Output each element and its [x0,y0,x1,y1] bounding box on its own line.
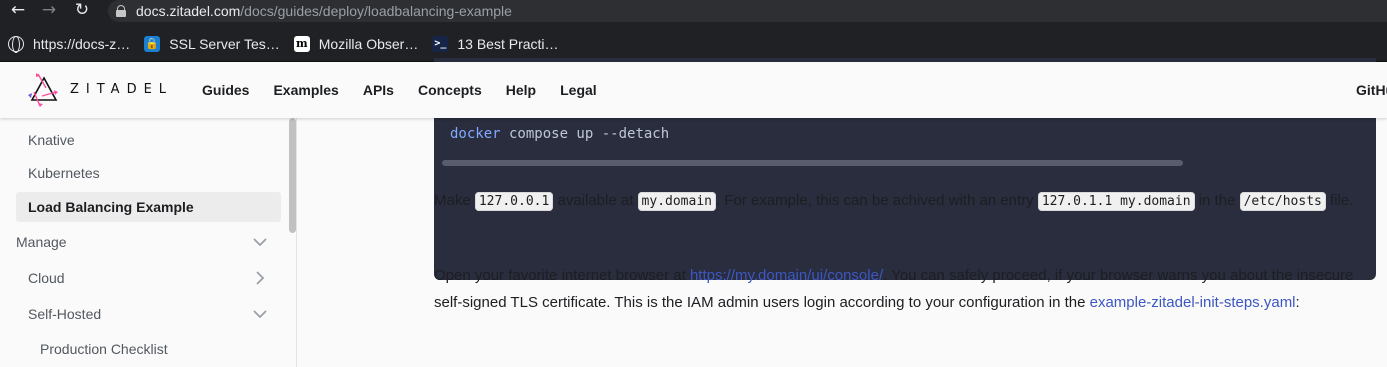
sidebar-item-load-balancing[interactable]: Load Balancing Example [16,192,281,222]
logo-text: ZITADEL [70,82,174,97]
bookmarks-bar: https://docs-z… 🔒 SSL Server Tes… m Mozi… [0,26,1387,62]
address-bar[interactable]: docs.zitadel.com/docs/guides/deploy/load… [108,0,1387,22]
docs-sidebar: Knative Kubernetes Load Balancing Exampl… [0,118,297,367]
code-args: compose up --detach [500,126,670,142]
nav-guides[interactable]: Guides [202,82,249,98]
ssl-labs-icon: 🔒 [144,35,161,52]
paragraph-hosts: Make 127.0.0.1 available at my.domain. F… [434,192,1354,211]
sidebar-item-label: Manage [16,234,67,250]
sidebar-item-label: Knative [28,132,75,148]
sidebar-item-knative[interactable]: Knative [16,125,281,155]
code-scrollbar[interactable] [442,160,1183,166]
code-command: docker [450,126,501,142]
terminal-icon: >_ [432,35,449,52]
sidebar-item-label: Production Checklist [40,341,168,357]
url-host: docs.zitadel.com [136,3,241,19]
bookmark-label: https://docs-z… [33,35,131,52]
main-content: docker compose up --detach Make 127.0.0.… [297,58,1387,367]
bookmark-item[interactable]: 🔒 SSL Server Tes… [144,35,280,52]
bookmark-item[interactable]: m Mozilla Obser… [293,35,419,52]
nav-apis[interactable]: APIs [363,82,394,98]
site-header: ZITADEL Guides Examples APIs Concepts He… [0,62,1387,118]
sidebar-item-production-checklist[interactable]: Production Checklist [16,334,281,364]
nav-concepts[interactable]: Concepts [418,82,482,98]
console-link[interactable]: https://my.domain/ui/console/ [690,267,883,284]
bookmark-item[interactable]: https://docs-z… [8,35,131,53]
paragraph-browser: Open your favorite internet browser at h… [434,267,1354,311]
bookmark-label: Mozilla Obser… [318,35,419,52]
sidebar-item-label: Self-Hosted [28,306,102,322]
globe-icon [8,35,24,53]
sidebar-item-label: Kubernetes [28,165,100,181]
zitadel-logo-icon[interactable] [24,70,64,110]
bookmark-label: SSL Server Tes… [169,35,280,52]
inline-code: 127.0.0.1 [474,192,554,211]
chevron-down-icon[interactable] [253,235,267,249]
sidebar-category-cloud[interactable]: Cloud [16,263,281,293]
bookmark-label: 13 Best Practi… [457,35,559,52]
inline-code: /etc/hosts [1239,192,1326,211]
code-line: docker compose up --detach [450,126,669,142]
reload-icon[interactable]: ↻ [70,0,94,20]
sidebar-category-self-hosted[interactable]: Self-Hosted [16,299,281,329]
url-path: /docs/guides/deploy/loadbalancing-exampl… [240,3,512,19]
sidebar-category-manage[interactable]: Manage [16,227,281,257]
nav-github[interactable]: GitHu [1356,82,1387,98]
chevron-right-icon[interactable] [253,271,267,285]
bookmark-item[interactable]: >_ 13 Best Practi… [432,35,559,52]
forward-icon[interactable]: → [37,0,61,20]
lock-icon [116,5,126,17]
nav-legal[interactable]: Legal [560,82,597,98]
sidebar-item-kubernetes[interactable]: Kubernetes [16,158,281,188]
sidebar-item-label: Load Balancing Example [28,199,194,215]
sidebar-item-label: Cloud [28,270,65,286]
nav-examples[interactable]: Examples [273,82,338,98]
back-icon[interactable]: ← [6,0,30,20]
browser-toolbar: ← → ↻ docs.zitadel.com/docs/guides/deplo… [0,0,1387,26]
inline-code: my.domain [637,192,716,211]
sidebar-scrollbar[interactable] [289,118,296,233]
mozilla-icon: m [293,35,310,52]
chevron-down-icon[interactable] [253,307,267,321]
init-steps-link[interactable]: example-zitadel-init-steps.yaml [1090,294,1296,311]
top-nav: Guides Examples APIs Concepts Help Legal [190,62,609,118]
nav-help[interactable]: Help [506,82,536,98]
inline-code: 127.0.1.1 my.domain [1037,192,1195,211]
